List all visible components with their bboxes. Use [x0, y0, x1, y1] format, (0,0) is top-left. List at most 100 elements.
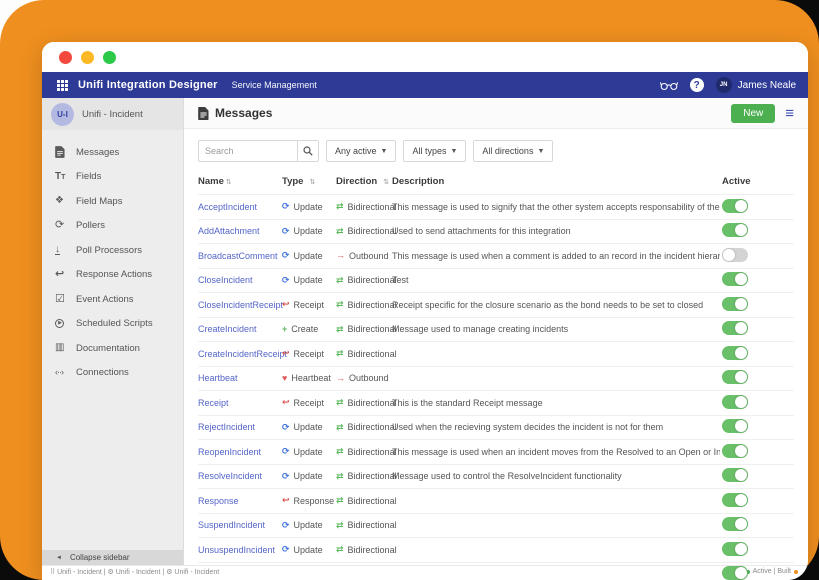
page-header: Messages New ≡	[184, 98, 808, 129]
search-input[interactable]	[198, 140, 297, 162]
sidebar-item-label: Response Actions	[76, 269, 152, 280]
active-toggle[interactable]	[722, 395, 748, 409]
reply-icon: ↩	[282, 398, 290, 407]
sort-icon: ⇅	[383, 178, 389, 186]
sidebar-item-poll-processors[interactable]: ↓Poll Processors	[42, 238, 183, 263]
messages-table: Name⇅ Type⇅ Direction⇅ Description Activ…	[198, 171, 794, 565]
sidebar-item-scheduled-scripts[interactable]: ▶Scheduled Scripts	[42, 312, 183, 337]
sidebar-item-label: Connections	[76, 367, 129, 378]
type-label: Update	[294, 520, 323, 530]
sidebar-item-response-actions[interactable]: ↩Response Actions	[42, 263, 183, 288]
active-toggle[interactable]	[722, 517, 748, 531]
workspace-selector[interactable]: U-I Unifi - Incident	[42, 98, 183, 130]
sort-icon: ⇅	[226, 179, 232, 186]
sidebar-item-field-maps[interactable]: ❖Field Maps	[42, 189, 183, 214]
active-toggle[interactable]	[722, 444, 748, 458]
direction-label: Outbound	[349, 373, 389, 383]
message-name-link[interactable]: CloseIncident	[198, 275, 253, 285]
column-header-direction[interactable]: Direction⇅	[336, 176, 392, 187]
active-toggle[interactable]	[722, 346, 748, 360]
message-name-link[interactable]: ResolveIncident	[198, 471, 262, 481]
bidirectional-arrows-icon: ⇄	[336, 276, 344, 285]
direction-filter-dropdown[interactable]: All directions▼	[473, 140, 553, 162]
sidebar-item-documentation[interactable]: ▥Documentation	[42, 336, 183, 361]
collapse-sidebar-button[interactable]: ◄ Collapse sidebar	[42, 550, 183, 565]
new-button[interactable]: New	[731, 104, 775, 123]
status-right: Active | Built	[746, 568, 798, 575]
sidebar-item-fields[interactable]: TTFields	[42, 165, 183, 190]
app-grid-icon[interactable]	[57, 80, 68, 91]
bidirectional-arrows-icon: ⇄	[336, 398, 344, 407]
direction-label: Bidirectional	[348, 226, 397, 236]
sidebar-item-label: Field Maps	[76, 196, 122, 207]
status-bar: ⠿ Unifi - Incident | ⚙ Unifi - Incident …	[42, 565, 808, 580]
message-name-link[interactable]: Response	[198, 496, 239, 506]
message-name-link[interactable]: BroadcastComment	[198, 251, 278, 261]
build-status-icon	[794, 570, 798, 574]
active-toggle[interactable]	[722, 468, 748, 482]
active-toggle[interactable]	[722, 493, 748, 507]
active-filter-dropdown[interactable]: Any active▼	[326, 140, 396, 162]
sync-icon: ⟳	[282, 472, 290, 481]
message-name-link[interactable]: Heartbeat	[198, 373, 238, 383]
app-window: Unifi Integration Designer Service Manag…	[42, 42, 808, 580]
type-label: Receipt	[294, 300, 325, 310]
search-button[interactable]	[297, 140, 319, 162]
help-icon[interactable]: ?	[690, 78, 704, 92]
sidebar-item-pollers[interactable]: ⟳Pollers	[42, 214, 183, 239]
column-header-type[interactable]: Type⇅	[282, 176, 336, 187]
message-name-link[interactable]: CloseIncidentReceipt	[198, 300, 283, 310]
message-name-link[interactable]: AddAttachment	[198, 226, 260, 236]
app-title[interactable]: Unifi Integration Designer	[78, 79, 218, 91]
sidebar-item-event-actions[interactable]: ☑Event Actions	[42, 287, 183, 312]
right-arrow-icon: →	[336, 374, 345, 383]
message-name-link[interactable]: SuspendIncident	[198, 520, 265, 530]
message-name-link[interactable]: CreateIncidentReceipt	[198, 349, 287, 359]
message-name-link[interactable]: UnsuspendIncident	[198, 545, 275, 555]
close-window-button[interactable]	[59, 51, 72, 64]
sidebar: U-I Unifi - Incident MessagesTTFields❖Fi…	[42, 98, 184, 565]
app-subtitle: Service Management	[232, 80, 317, 90]
bidirectional-arrows-icon: ⇄	[336, 447, 344, 456]
description-text: Test	[392, 275, 720, 285]
bidirectional-arrows-icon: ⇄	[336, 227, 344, 236]
active-toggle[interactable]	[722, 272, 748, 286]
message-name-link[interactable]: RejectIncident	[198, 422, 255, 432]
user-menu[interactable]: JN James Neale	[716, 77, 796, 93]
sidebar-item-connections[interactable]: ‹··›Connections	[42, 361, 183, 386]
reply-icon: ↩	[282, 300, 290, 309]
active-toggle[interactable]	[722, 199, 748, 213]
bidirectional-arrows-icon: ⇄	[336, 349, 344, 358]
message-name-link[interactable]: CreateIncident	[198, 324, 257, 334]
active-toggle[interactable]	[722, 297, 748, 311]
minimize-window-button[interactable]	[81, 51, 94, 64]
maximize-window-button[interactable]	[103, 51, 116, 64]
type-filter-dropdown[interactable]: All types▼	[403, 140, 466, 162]
message-name-link[interactable]: ReopenIncident	[198, 447, 261, 457]
table-row: Receipt↩Receipt⇄BidirectionalThis is the…	[198, 390, 794, 415]
filter-bar: Any active▼ All types▼ All directions▼	[184, 129, 808, 171]
sync-icon: ⟳	[282, 521, 290, 530]
active-toggle[interactable]	[722, 370, 748, 384]
sidebar-item-label: Pollers	[76, 220, 105, 231]
watch-glasses-icon[interactable]	[660, 80, 678, 91]
direction-label: Bidirectional	[348, 324, 397, 334]
menu-icon[interactable]: ≡	[785, 106, 794, 121]
active-toggle[interactable]	[722, 223, 748, 237]
book-icon: ▥	[55, 343, 72, 353]
active-toggle[interactable]	[722, 419, 748, 433]
sidebar-item-messages[interactable]: Messages	[42, 140, 183, 165]
sync-icon: ⟳	[282, 447, 290, 456]
active-toggle[interactable]	[722, 321, 748, 335]
sync-icon: ⟳	[282, 251, 290, 260]
table-row: ReopenIncident⟳Update⇄BidirectionalThis …	[198, 439, 794, 464]
message-name-link[interactable]: Receipt	[198, 398, 229, 408]
sidebar-item-label: Poll Processors	[76, 245, 142, 256]
active-toggle[interactable]	[722, 566, 748, 580]
active-toggle[interactable]	[722, 248, 748, 262]
workspace-tabs[interactable]: ⠿ Unifi - Incident | ⚙ Unifi - Incident …	[50, 568, 219, 576]
message-name-link[interactable]: AcceptIncident	[198, 202, 257, 212]
type-label: Update	[294, 471, 323, 481]
active-toggle[interactable]	[722, 542, 748, 556]
column-header-name[interactable]: Name⇅	[198, 176, 282, 187]
